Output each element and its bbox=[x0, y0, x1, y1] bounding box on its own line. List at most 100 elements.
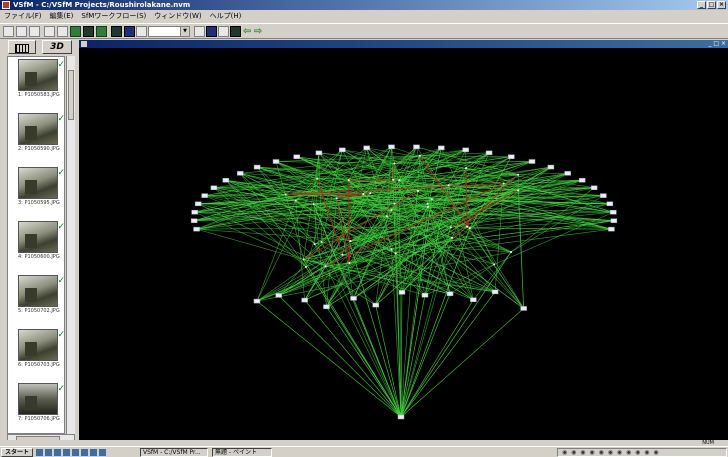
magic-wand-icon[interactable] bbox=[218, 26, 229, 37]
menu-edit[interactable]: 編集(E) bbox=[50, 11, 74, 22]
thumbnail-list[interactable]: ✓ 1: P1050583.JPG ✓ 2: P1050590.JPG ✓ 3:… bbox=[7, 56, 65, 434]
camera-marker[interactable] bbox=[363, 145, 370, 151]
camera-marker[interactable] bbox=[397, 414, 405, 420]
camera-marker[interactable] bbox=[190, 218, 198, 223]
menu-bar: ファイル(F) 編集(E) SfMワークフロー(S) ウィンドウ(W) ヘルプ(… bbox=[0, 11, 728, 22]
quick-launch-icon[interactable] bbox=[81, 449, 88, 456]
camera-marker[interactable] bbox=[222, 178, 230, 183]
camera-marker[interactable] bbox=[350, 296, 357, 301]
open-folder-icon[interactable] bbox=[16, 26, 27, 37]
white-square-icon[interactable] bbox=[194, 26, 205, 37]
camera-marker[interactable] bbox=[293, 154, 300, 160]
camera-marker[interactable] bbox=[275, 293, 282, 298]
camera-marker[interactable] bbox=[339, 147, 346, 153]
camera-marker[interactable] bbox=[528, 159, 536, 164]
camera-marker[interactable] bbox=[301, 297, 308, 303]
camera-marker[interactable] bbox=[438, 145, 445, 151]
camera-marker[interactable] bbox=[413, 144, 420, 150]
start-button[interactable]: スタート bbox=[1, 448, 34, 457]
thumbnail-item[interactable]: ✓ 1: P1050583.JPG bbox=[18, 59, 64, 98]
camera-marker[interactable] bbox=[485, 150, 493, 156]
show-cameras-icon[interactable] bbox=[124, 26, 135, 37]
taskbar-item-vsfm[interactable]: VSfM - C:/VSfM Pr... bbox=[140, 448, 208, 457]
camera-marker[interactable] bbox=[210, 185, 218, 190]
camera-marker[interactable] bbox=[610, 218, 618, 223]
maximize-button[interactable]: □ bbox=[707, 1, 716, 9]
camera-marker[interactable] bbox=[315, 150, 323, 156]
quick-launch-icon[interactable] bbox=[36, 449, 43, 456]
camera-marker[interactable] bbox=[323, 304, 330, 310]
thumbnail-item[interactable]: ✓ 6: P1050703.JPG bbox=[18, 329, 64, 368]
menu-sfm-workflow[interactable]: SfMワークフロー(S) bbox=[81, 11, 146, 22]
camera-marker[interactable] bbox=[590, 185, 598, 190]
black-square-icon[interactable] bbox=[206, 26, 217, 37]
thumbnail-item[interactable]: ✓ 2: P1050590.JPG bbox=[18, 113, 64, 152]
quick-launch-icon[interactable] bbox=[45, 449, 52, 456]
grid-icon bbox=[15, 44, 29, 53]
thumbnail-caption: 2: P1050590.JPG bbox=[18, 146, 60, 152]
camera-marker[interactable] bbox=[253, 164, 261, 170]
thumbnail-item[interactable]: ✓ 5: P1050702.JPG bbox=[18, 275, 64, 314]
3d-viewport[interactable] bbox=[79, 48, 728, 440]
view-mode-select[interactable]: ▼ bbox=[148, 26, 190, 37]
select-tool-icon[interactable] bbox=[136, 26, 147, 37]
camera-marker[interactable] bbox=[547, 164, 555, 170]
camera-marker[interactable] bbox=[237, 171, 244, 176]
3d-reconstruction-scene[interactable] bbox=[79, 48, 728, 440]
camera-marker[interactable] bbox=[446, 291, 454, 297]
compute-missing-match-icon[interactable] bbox=[70, 26, 81, 37]
camera-marker[interactable] bbox=[388, 144, 395, 150]
tab-3d-view[interactable]: 3D bbox=[42, 40, 72, 54]
thumbnail-vertical-scrollbar[interactable] bbox=[66, 56, 75, 434]
camera-marker[interactable] bbox=[372, 302, 379, 308]
globe-icon[interactable] bbox=[230, 26, 241, 37]
close-button[interactable]: × bbox=[717, 1, 726, 9]
match-images-icon[interactable] bbox=[57, 26, 68, 37]
camera-marker[interactable] bbox=[491, 289, 499, 295]
camera-marker[interactable] bbox=[520, 306, 527, 311]
open-images-icon[interactable] bbox=[44, 26, 55, 37]
quick-launch-icon[interactable] bbox=[99, 449, 106, 456]
viewer-window-controls[interactable]: _ □ × bbox=[708, 40, 726, 48]
window-title: VSfM - C:/VSfM Projects/Roushirolakane.n… bbox=[13, 1, 191, 9]
camera-marker[interactable] bbox=[193, 226, 200, 232]
back-arrow-icon[interactable]: ⇦ bbox=[243, 26, 251, 37]
show-points-icon[interactable] bbox=[111, 26, 122, 37]
camera-marker[interactable] bbox=[421, 292, 429, 298]
camera-marker[interactable] bbox=[578, 178, 586, 183]
menu-window[interactable]: ウィンドウ(W) bbox=[154, 11, 201, 22]
camera-marker[interactable] bbox=[272, 159, 280, 164]
menu-help[interactable]: ヘルプ(H) bbox=[210, 11, 242, 22]
camera-marker[interactable] bbox=[600, 193, 607, 198]
feature-point bbox=[390, 248, 393, 251]
save-icon[interactable] bbox=[29, 26, 40, 37]
taskbar-item-paint[interactable]: 無題 - ペイント bbox=[212, 448, 272, 457]
camera-marker[interactable] bbox=[508, 154, 515, 160]
camera-marker[interactable] bbox=[194, 201, 202, 207]
camera-marker[interactable] bbox=[564, 171, 571, 176]
camera-marker[interactable] bbox=[201, 193, 208, 198]
quick-launch-icon[interactable] bbox=[90, 449, 97, 456]
thumbnail-item[interactable]: ✓ 7: P1050706.JPG bbox=[18, 383, 64, 422]
camera-marker[interactable] bbox=[398, 290, 406, 295]
camera-marker[interactable] bbox=[606, 201, 614, 207]
compute-3d-icon[interactable] bbox=[83, 26, 94, 37]
quick-launch-icon[interactable] bbox=[63, 449, 70, 456]
camera-marker[interactable] bbox=[462, 147, 469, 153]
camera-marker[interactable] bbox=[610, 209, 617, 215]
camera-marker[interactable] bbox=[191, 209, 198, 215]
camera-marker[interactable] bbox=[253, 298, 261, 304]
quick-launch-icon[interactable] bbox=[72, 449, 79, 456]
run-dense-icon[interactable] bbox=[96, 26, 107, 37]
menu-file[interactable]: ファイル(F) bbox=[4, 11, 42, 22]
forward-arrow-icon[interactable]: ⇨ bbox=[254, 26, 262, 37]
camera-marker[interactable] bbox=[608, 226, 615, 232]
scrollbar-thumb[interactable] bbox=[68, 70, 74, 120]
thumbnail-view-tab[interactable] bbox=[8, 40, 36, 54]
quick-launch-icon[interactable] bbox=[54, 449, 61, 456]
thumbnail-item[interactable]: ✓ 3: P1050595.JPG bbox=[18, 167, 64, 206]
new-file-icon[interactable] bbox=[3, 26, 14, 37]
thumbnail-item[interactable]: ✓ 4: P1050600.JPG bbox=[18, 221, 64, 260]
camera-marker[interactable] bbox=[470, 297, 477, 303]
minimize-button[interactable]: _ bbox=[697, 1, 706, 9]
